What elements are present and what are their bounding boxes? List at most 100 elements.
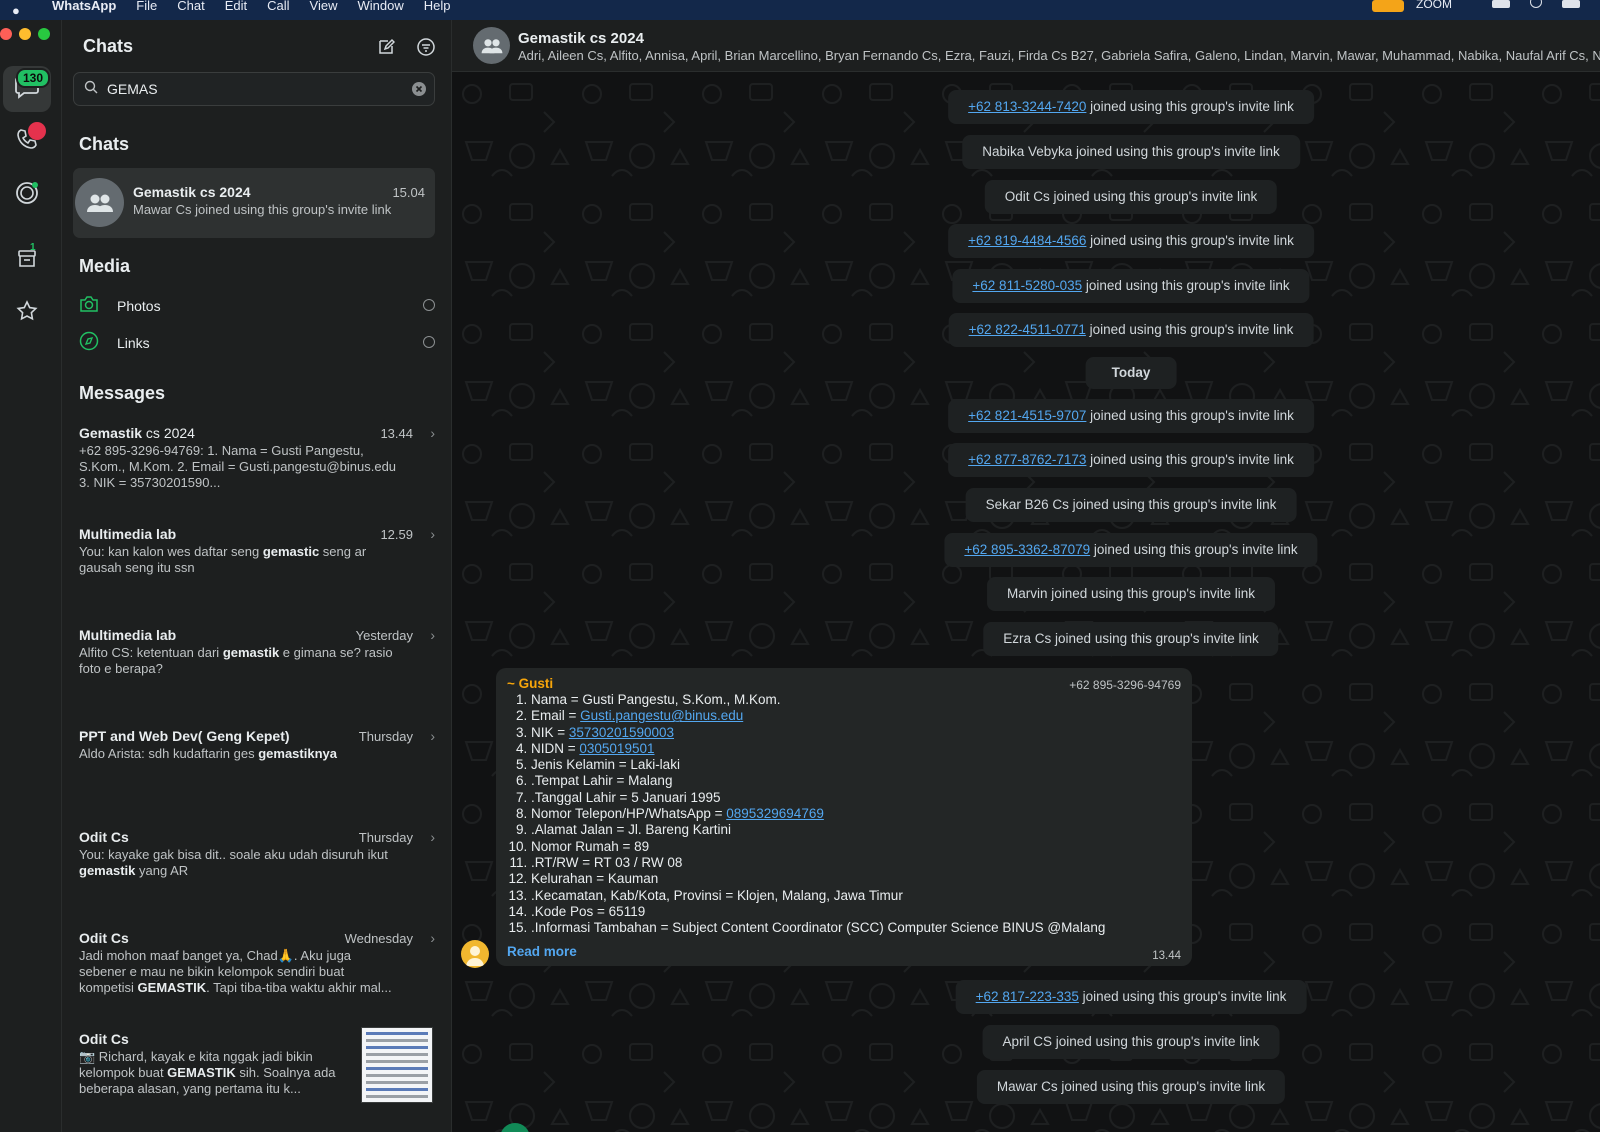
system-message: Mawar Cs joined using this group's invit…	[976, 1070, 1286, 1104]
image-thumbnail[interactable]	[361, 1027, 433, 1103]
member-list: Adri, Aileen Cs, Alfito, Annisa, April, …	[518, 48, 1600, 63]
number-link[interactable]: 35730201590003	[569, 725, 674, 740]
rail-archive-button[interactable]	[3, 238, 51, 284]
menu-app[interactable]: WhatsApp	[52, 0, 116, 13]
phone-link[interactable]: +62 877-8762-7173	[968, 452, 1086, 467]
message-result[interactable]: Odit Cs 📷 Richard, kayak e kita nggak ja…	[79, 1027, 437, 1131]
system-message: Sekar B26 Cs joined using this group's i…	[965, 488, 1297, 522]
rail-starred-button[interactable]	[3, 290, 51, 336]
minimize-window-button[interactable]	[19, 28, 31, 40]
message-result[interactable]: Odit Cs Wednesday › Jadi mohon maaf bang…	[79, 930, 437, 1030]
search-icon	[84, 80, 98, 99]
list-item: NIDN = 0305019501	[531, 741, 1105, 757]
message-snippet: Jadi mohon maaf banget ya, Chad🙏. Aku ju…	[79, 948, 392, 995]
read-more-link[interactable]: Read more	[507, 944, 577, 959]
zoom-label[interactable]: ZOOM	[1416, 0, 1452, 11]
menu-bar: ● WhatsApp File Chat Edit Call View Wind…	[0, 0, 1600, 20]
filter-icon[interactable]	[417, 38, 435, 61]
system-message: Marvin joined using this group's invite …	[987, 577, 1275, 611]
sender-avatar[interactable]	[461, 940, 489, 968]
panel-title: Chats	[83, 36, 134, 56]
chat-preview: Mawar Cs joined using this group's invit…	[133, 202, 392, 217]
message-time: Thursday	[358, 830, 413, 845]
list-item: NIK = 35730201590003	[531, 725, 1105, 741]
menu-window[interactable]: Window	[357, 0, 403, 13]
message-time: 12.59	[380, 527, 413, 542]
list-item: Nomor Rumah = 89	[531, 839, 1105, 855]
clear-search-icon[interactable]	[412, 82, 426, 96]
message-time: Yesterday	[355, 628, 413, 643]
chat-list-panel: Chats GEMAS Chats Gemastik cs 2024 15.04…	[62, 20, 452, 1132]
message-chat-name: Multimedia lab	[79, 526, 177, 542]
chat-result-gemastik[interactable]: Gemastik cs 2024 15.04 Mawar Cs joined u…	[73, 168, 435, 238]
phone-link[interactable]: +62 817-223-335	[976, 989, 1079, 1004]
menu-chat[interactable]: Chat	[177, 0, 204, 13]
phone-link[interactable]: +62 813-3244-7420	[968, 99, 1086, 114]
message-result[interactable]: Multimedia lab 12.59 › You: kan kalon we…	[79, 526, 437, 626]
sender-name[interactable]: ~ Gusti	[507, 676, 553, 691]
system-message: +62 821-4515-9707 joined using this grou…	[948, 399, 1314, 433]
system-message: +62 877-8762-7173 joined using this grou…	[948, 443, 1314, 477]
chevron-right-icon: ›	[430, 829, 435, 845]
message-chat-name: Multimedia lab	[79, 627, 177, 643]
media-links-row[interactable]: Links	[79, 329, 435, 357]
message-chat-name: Odit Cs	[79, 1031, 129, 1047]
message-result[interactable]: Gemastik cs 2024 13.44 › +62 895-3296-94…	[79, 425, 437, 525]
whatsapp-window: 130 1 Chats GEMAS Chats Gemastik cs 2024…	[0, 20, 1600, 1132]
conversation-title[interactable]: Gemastik cs 2024	[518, 30, 644, 47]
conversation-header[interactable]: Gemastik cs 2024 Adri, Aileen Cs, Alfito…	[452, 20, 1600, 72]
message-snippet: You: kan kalon wes daftar seng gemastic …	[79, 544, 367, 575]
new-chat-icon[interactable]	[377, 38, 396, 61]
zoom-status-icon[interactable]	[1372, 0, 1404, 12]
message-chat-name: PPT and Web Dev( Geng Kepet)	[79, 728, 290, 744]
system-message: +62 819-4484-4566 joined using this grou…	[948, 224, 1314, 258]
display-icon[interactable]	[1562, 0, 1580, 8]
menu-edit[interactable]: Edit	[225, 0, 247, 13]
message-snippet: You: kayake gak bisa dit.. soale aku uda…	[79, 847, 388, 878]
message-result[interactable]: Multimedia lab Yesterday › Alfito CS: ke…	[79, 627, 437, 727]
phone-link[interactable]: +62 811-5280-035	[972, 278, 1082, 293]
apple-icon[interactable]: ●	[12, 3, 32, 18]
phone-link[interactable]: +62 819-4484-4566	[968, 233, 1086, 248]
search-input[interactable]: GEMAS	[107, 81, 158, 97]
battery-icon[interactable]	[1492, 0, 1510, 8]
media-label: Links	[117, 335, 150, 351]
starred-icon	[15, 299, 39, 328]
message-snippet: +62 895-3296-94769: 1. Nama = Gusti Pang…	[79, 443, 397, 490]
list-item: .Informasi Tambahan = Subject Content Co…	[531, 920, 1105, 936]
menu-view[interactable]: View	[310, 0, 338, 13]
phone-link[interactable]: +62 895-3362-87079	[964, 542, 1090, 557]
message-result[interactable]: Odit Cs Thursday › You: kayake gak bisa …	[79, 829, 437, 929]
system-message: Odit Cs joined using this group's invite…	[984, 180, 1278, 214]
menu-file[interactable]: File	[136, 0, 157, 13]
message-result[interactable]: PPT and Web Dev( Geng Kepet) Thursday › …	[79, 728, 437, 828]
chevron-right-icon: ›	[430, 728, 435, 744]
phone-link[interactable]: +62 822-4511-0771	[969, 322, 1086, 337]
chevron-right-icon: ›	[430, 526, 435, 542]
menu-help[interactable]: Help	[424, 0, 451, 13]
number-link[interactable]: 0305019501	[579, 741, 654, 756]
zoom-window-button[interactable]	[38, 28, 50, 40]
search-box[interactable]: GEMAS	[73, 72, 435, 106]
media-photos-row[interactable]: Photos	[79, 292, 435, 320]
message-chat-name: Odit Cs	[79, 829, 129, 845]
conversation-pane: +62 813-3244-7420 joined using this grou…	[452, 72, 1600, 1132]
phone-link[interactable]: +62 821-4515-9707	[968, 408, 1086, 423]
menu-call[interactable]: Call	[267, 0, 289, 13]
missed-call-badge	[28, 122, 46, 140]
message-time: 13.44	[1152, 950, 1181, 962]
chat-name: Gemastik cs 2024	[133, 184, 251, 200]
message-snippet: Alfito CS: ketentuan dari gemastik e gim…	[79, 645, 393, 676]
list-item: .Kecamatan, Kab/Kota, Provinsi = Klojen,…	[531, 888, 1105, 904]
email-link[interactable]: Gusti.pangestu@binus.edu	[580, 708, 743, 723]
rail-status-button[interactable]	[3, 172, 51, 218]
group-avatar[interactable]	[473, 27, 510, 64]
open-arrow-icon	[423, 336, 435, 348]
message-chat-name: Gemastik cs 2024	[79, 425, 195, 441]
status-icon	[14, 180, 40, 211]
list-item: .Alamat Jalan = Jl. Bareng Kartini	[531, 822, 1105, 838]
phone-link[interactable]: 0895329694769	[726, 806, 824, 821]
close-window-button[interactable]	[0, 28, 12, 40]
control-center-icon[interactable]	[1530, 0, 1542, 8]
message-bubble[interactable]: ~ Gusti +62 895-3296-94769 Nama = Gusti …	[496, 668, 1192, 966]
